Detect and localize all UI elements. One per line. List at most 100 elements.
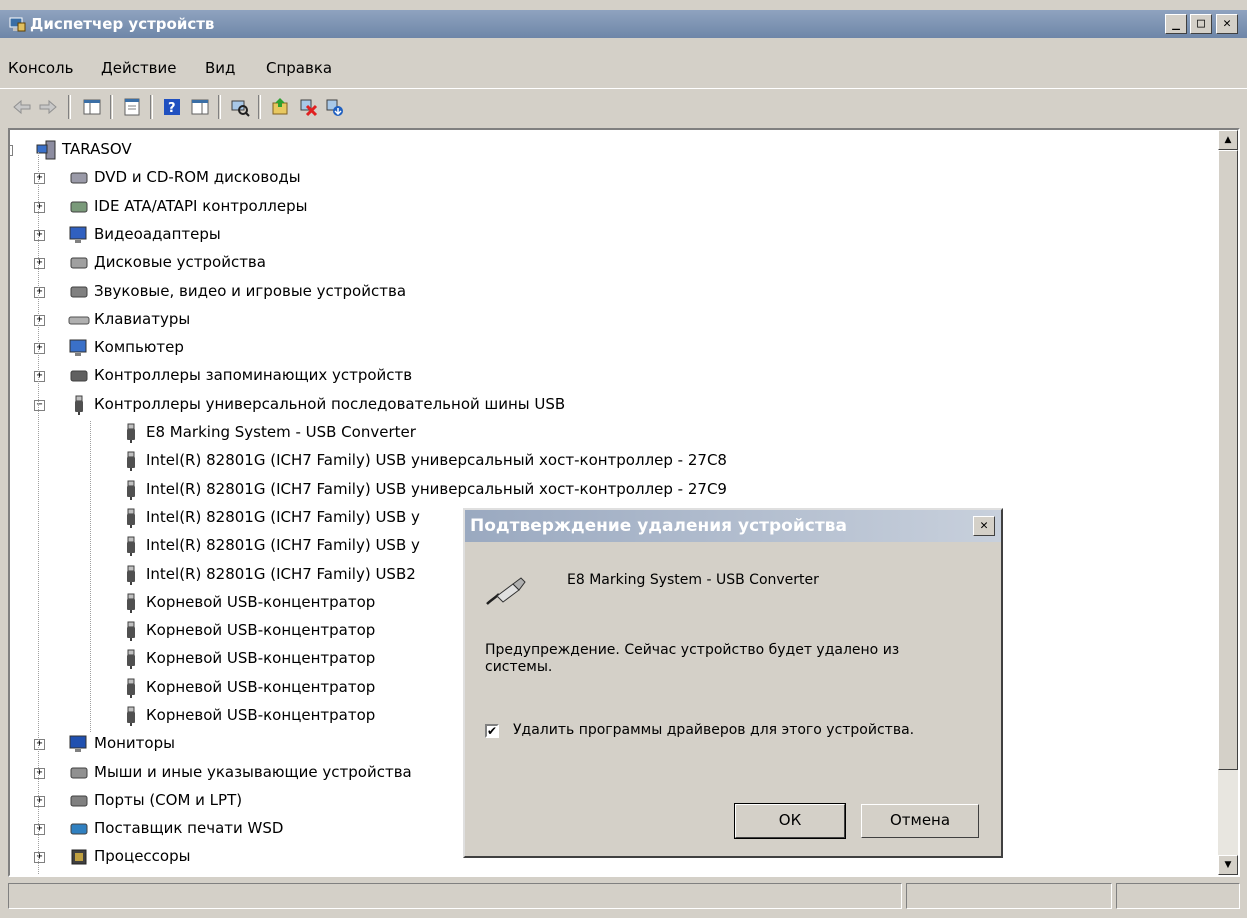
scroll-thumb[interactable] — [1218, 150, 1238, 770]
toolbar-separator — [150, 95, 153, 119]
menu-view[interactable]: Вид — [205, 59, 235, 77]
keyboard-icon — [68, 316, 90, 325]
port-icon — [70, 795, 88, 807]
usb-icon — [127, 451, 135, 471]
properties-icon[interactable] — [122, 97, 142, 117]
uninstall-confirm-dialog: Подтверждение удаления устройства ✕ E8 M… — [463, 508, 1003, 858]
menu-console[interactable]: Консоль — [8, 59, 74, 77]
uninstall-device-icon[interactable] — [298, 97, 318, 117]
back-arrow-icon[interactable] — [12, 97, 32, 117]
tree-item-label: Корневой USB-концентратор — [146, 621, 376, 639]
ide-controller-icon — [70, 201, 88, 213]
dialog-device-name: E8 Marking System - USB Converter — [567, 572, 819, 588]
usb-icon — [127, 480, 135, 500]
tree-item-label: Компьютер — [94, 338, 184, 356]
usb-icon — [127, 678, 135, 698]
usb-icon — [127, 621, 135, 641]
minimize-button[interactable]: _ — [1165, 14, 1187, 34]
tree-item-label: IDE ATA/ATAPI контроллеры — [94, 197, 308, 215]
cancel-button[interactable]: Отмена — [861, 804, 979, 838]
tree-item-label: DVD и CD-ROM дисководы — [94, 168, 301, 186]
tree-item-label: Intel(R) 82801G (ICH7 Family) USB у — [146, 536, 420, 554]
expand-toggle[interactable]: + — [34, 258, 45, 269]
toolbar-separator — [218, 95, 221, 119]
expand-toggle[interactable]: − — [34, 400, 45, 411]
device-manager-icon — [9, 17, 26, 32]
disable-device-icon[interactable] — [324, 97, 344, 117]
show-hide-tree-icon[interactable] — [82, 97, 102, 117]
menu-help[interactable]: Справка — [266, 59, 332, 77]
wsd-printer-icon — [70, 823, 88, 835]
tree-item-label: TARASOV — [62, 140, 132, 158]
expand-toggle[interactable]: + — [34, 315, 45, 326]
expand-toggle[interactable]: + — [34, 173, 45, 184]
expand-toggle[interactable]: + — [34, 230, 45, 241]
expand-toggle[interactable]: + — [34, 287, 45, 298]
usb-icon — [127, 593, 135, 613]
tree-item-label: Intel(R) 82801G (ICH7 Family) USB2 — [146, 565, 416, 583]
expand-toggle[interactable]: + — [34, 202, 45, 213]
expand-toggle[interactable]: + — [34, 768, 45, 779]
remove-driver-checkbox[interactable]: ✔ — [485, 724, 499, 738]
update-driver-icon[interactable] — [270, 97, 290, 117]
expand-toggle[interactable]: + — [34, 739, 45, 750]
action-pane-icon[interactable] — [190, 97, 210, 117]
menu-bar: Консоль Действие Вид Справка — [0, 50, 1247, 84]
display-adapter-icon — [69, 226, 87, 243]
tree-item-label: Корневой USB-концентратор — [146, 649, 376, 667]
usb-icon — [127, 565, 135, 585]
expand-toggle[interactable]: + — [34, 824, 45, 835]
tree-item-label: Корневой USB-концентратор — [146, 678, 376, 696]
tree-item-label: Поставщик печати WSD — [94, 819, 284, 837]
speaker-icon — [70, 286, 88, 298]
menu-action[interactable]: Действие — [101, 59, 177, 77]
status-pane-main — [8, 883, 902, 909]
tree-item-label: Видеоадаптеры — [94, 225, 221, 243]
help-icon[interactable]: ? — [162, 97, 182, 117]
scroll-up-button[interactable]: ▲ — [1218, 130, 1238, 150]
storage-controller-icon — [70, 370, 88, 382]
status-bar — [0, 880, 1247, 914]
toolbar-separator — [110, 95, 113, 119]
tree-item-label: Корневой USB-концентратор — [146, 593, 376, 611]
tree-item-label: Intel(R) 82801G (ICH7 Family) USB универ… — [146, 480, 727, 498]
status-pane-3 — [1116, 883, 1240, 909]
tree-item-label: Мыши и иные указывающие устройства — [94, 763, 412, 781]
ok-button[interactable]: ОК — [734, 803, 846, 839]
toolbar: ? — [0, 88, 1247, 125]
tree-item-label: Intel(R) 82801G (ICH7 Family) USB универ… — [146, 451, 727, 469]
disk-drive-icon — [70, 257, 88, 269]
window-title: Диспетчер устройств — [30, 15, 215, 33]
tree-item-label: Процессоры — [94, 847, 191, 865]
vertical-scrollbar[interactable]: ▲ ▼ — [1218, 130, 1238, 875]
dvd-drive-icon — [70, 172, 88, 184]
computer-icon — [69, 339, 87, 356]
title-bar: Диспетчер устройств _ □ ✕ — [0, 10, 1247, 38]
usb-icon — [75, 395, 83, 415]
toolbar-separator — [68, 95, 71, 119]
toolbar-separator — [258, 95, 261, 119]
usb-plug-icon — [486, 577, 526, 605]
expand-toggle[interactable]: + — [34, 796, 45, 807]
dialog-title-bar: Подтверждение удаления устройства ✕ — [465, 510, 1001, 542]
tree-item-label: Порты (COM и LPT) — [94, 791, 243, 809]
remove-driver-checkbox-label[interactable]: Удалить программы драйверов для этого ус… — [513, 722, 914, 738]
maximize-button[interactable]: □ — [1190, 14, 1212, 34]
expand-toggle[interactable]: + — [34, 852, 45, 863]
tree-line — [38, 152, 39, 875]
scan-hardware-icon[interactable] — [230, 97, 250, 117]
expand-toggle[interactable]: + — [34, 343, 45, 354]
tree-item-label: Intel(R) 82801G (ICH7 Family) USB у — [146, 508, 420, 526]
scroll-down-button[interactable]: ▼ — [1218, 855, 1238, 875]
dialog-close-button[interactable]: ✕ — [973, 516, 995, 536]
tree-item-label: Звуковые, видео и игровые устройства — [94, 282, 407, 300]
forward-arrow-icon[interactable] — [38, 97, 58, 117]
expand-toggle[interactable]: + — [34, 371, 45, 382]
processor-icon — [71, 849, 87, 865]
status-pane-2 — [906, 883, 1112, 909]
computer-tower-icon — [36, 140, 56, 160]
close-button[interactable]: ✕ — [1216, 14, 1238, 34]
expand-toggle[interactable]: − — [10, 145, 13, 156]
usb-icon — [127, 423, 135, 443]
usb-icon — [127, 536, 135, 556]
